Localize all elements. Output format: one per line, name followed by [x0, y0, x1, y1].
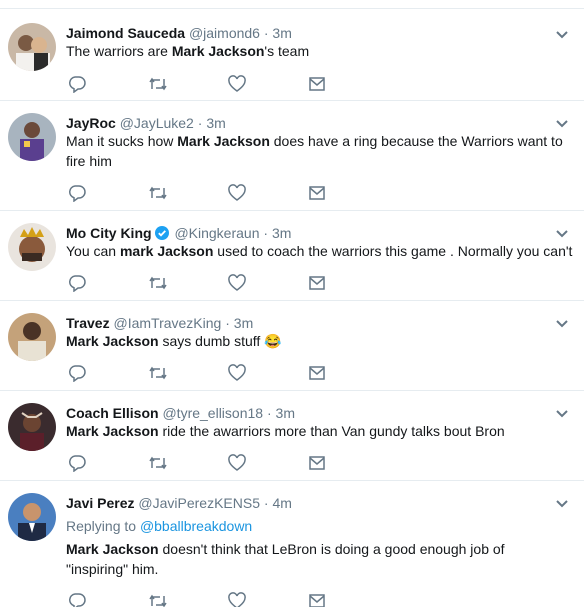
timestamp[interactable]: 3m	[206, 115, 225, 131]
tweet-text: Mark Jackson ride the awarriors more tha…	[66, 421, 576, 441]
highlighted-term: mark Jackson	[119, 243, 214, 259]
message-icon[interactable]	[308, 454, 328, 472]
chevron-down-icon[interactable]	[554, 225, 570, 241]
like-icon[interactable]	[228, 274, 248, 292]
avatar[interactable]	[8, 493, 56, 541]
reply-icon[interactable]	[68, 364, 88, 382]
user-handle[interactable]: @IamTravezKing	[113, 315, 221, 331]
chevron-down-icon[interactable]	[554, 495, 570, 511]
user-handle[interactable]: @tyre_ellison18	[162, 405, 263, 421]
highlighted-term: Mark Jackson	[66, 541, 159, 557]
tweet[interactable]: Jaimond Sauceda @jaimond6 · 3m The warri…	[0, 9, 584, 101]
like-icon[interactable]	[228, 592, 248, 607]
tweet-text-segment: Man it sucks how	[66, 133, 178, 149]
user-handle[interactable]: @JaviPerezKENS5	[138, 495, 260, 511]
message-icon[interactable]	[308, 75, 328, 93]
avatar[interactable]	[8, 313, 56, 361]
display-name[interactable]: Travez	[66, 315, 110, 331]
tweet[interactable]: Javi Perez @JaviPerezKENS5 · 4m Replying…	[0, 481, 584, 607]
tweet-actions	[66, 75, 346, 93]
tweet-text: Mark Jackson says dumb stuff 😂	[66, 331, 576, 351]
display-name[interactable]: Jaimond Sauceda	[66, 25, 185, 41]
retweet-icon[interactable]	[148, 364, 168, 382]
highlighted-term: Mark Jackson	[171, 43, 265, 59]
separator-dot: ·	[263, 495, 269, 511]
chevron-down-icon[interactable]	[554, 26, 570, 42]
user-handle[interactable]: @JayLuke2	[120, 115, 194, 131]
reply-icon[interactable]	[68, 75, 88, 93]
timestamp[interactable]: 3m	[272, 225, 291, 241]
message-icon[interactable]	[308, 592, 328, 607]
tweet-text-segment: used to coach the warriors this game . N…	[213, 243, 573, 259]
tweet-text-segment: says dumb stuff	[158, 333, 265, 349]
retweet-icon[interactable]	[148, 75, 168, 93]
tweet[interactable]: JayRoc @JayLuke2 · 3m Man it sucks how M…	[0, 101, 584, 211]
tweet-text-segment: ride the awarriors more than Van gundy t…	[158, 423, 505, 439]
highlighted-term: Mark Jackson	[66, 423, 159, 439]
avatar[interactable]	[8, 403, 56, 451]
like-icon[interactable]	[228, 454, 248, 472]
like-icon[interactable]	[228, 364, 248, 382]
tweet-actions	[66, 364, 346, 382]
tweet-text: Man it sucks how Mark Jackson does have …	[66, 131, 576, 171]
separator-dot: ·	[225, 315, 230, 331]
timestamp[interactable]: 4m	[272, 495, 291, 511]
tweet-text: You can mark Jackson used to coach the w…	[66, 241, 576, 261]
separator-dot: ·	[266, 405, 272, 421]
reply-icon[interactable]	[68, 274, 88, 292]
display-name[interactable]: Coach Ellison	[66, 405, 159, 421]
chevron-down-icon[interactable]	[554, 405, 570, 421]
timestamp[interactable]: 3m	[234, 315, 253, 331]
tweet-text-segment: 😂	[264, 333, 282, 349]
reply-icon[interactable]	[68, 184, 88, 202]
separator-dot: ·	[197, 115, 203, 131]
avatar[interactable]	[8, 23, 56, 71]
chevron-down-icon[interactable]	[554, 115, 570, 131]
message-icon[interactable]	[308, 364, 328, 382]
tweet-actions	[66, 454, 346, 472]
reply-icon[interactable]	[68, 454, 88, 472]
like-icon[interactable]	[228, 184, 248, 202]
tweet-text: The warriors are Mark Jackson's team	[66, 41, 576, 61]
replying-to-link[interactable]: @bballbreakdown	[140, 518, 252, 534]
display-name[interactable]: JayRoc	[66, 115, 116, 131]
tweet[interactable]: Travez @IamTravezKing · 3m Mark Jackson …	[0, 301, 584, 391]
user-handle[interactable]: @Kingkeraun	[174, 225, 259, 241]
separator-dot: ·	[263, 25, 269, 41]
tweet-text: Mark Jackson doesn't think that LeBron i…	[66, 539, 526, 579]
tweet-actions	[66, 184, 346, 202]
tweet[interactable]: Coach Ellison @tyre_ellison18 · 3m Mark …	[0, 391, 584, 481]
timestamp[interactable]: 3m	[272, 25, 291, 41]
like-icon[interactable]	[228, 75, 248, 93]
highlighted-term: Mark Jackson	[177, 133, 270, 149]
display-name[interactable]: Mo City King	[66, 225, 152, 241]
avatar[interactable]	[8, 113, 56, 161]
retweet-icon[interactable]	[148, 184, 168, 202]
message-icon[interactable]	[308, 274, 328, 292]
tweet-actions	[66, 592, 346, 607]
replying-to-label: Replying to	[66, 518, 137, 534]
tweet-text-segment: You can	[66, 243, 120, 259]
message-icon[interactable]	[308, 184, 328, 202]
avatar[interactable]	[8, 223, 56, 271]
user-handle[interactable]: @jaimond6	[189, 25, 260, 41]
replying-to: Replying to @bballbreakdown	[66, 517, 252, 535]
tweet-text-segment: The warriors are	[66, 43, 172, 59]
chevron-down-icon[interactable]	[554, 315, 570, 331]
retweet-icon[interactable]	[148, 274, 168, 292]
tweet-feed: Jaimond Sauceda @jaimond6 · 3m The warri…	[0, 0, 584, 607]
highlighted-term: Mark Jackson	[66, 333, 159, 349]
reply-icon[interactable]	[68, 592, 88, 607]
tweet[interactable]: Mo City King @Kingkeraun · 3m You can ma…	[0, 211, 584, 301]
tweet-text-segment: 's team	[264, 43, 310, 59]
separator-dot: ·	[263, 225, 269, 241]
retweet-icon[interactable]	[148, 454, 168, 472]
timestamp[interactable]: 3m	[276, 405, 295, 421]
display-name[interactable]: Javi Perez	[66, 495, 135, 511]
tweet-actions	[66, 274, 346, 292]
retweet-icon[interactable]	[148, 592, 168, 607]
